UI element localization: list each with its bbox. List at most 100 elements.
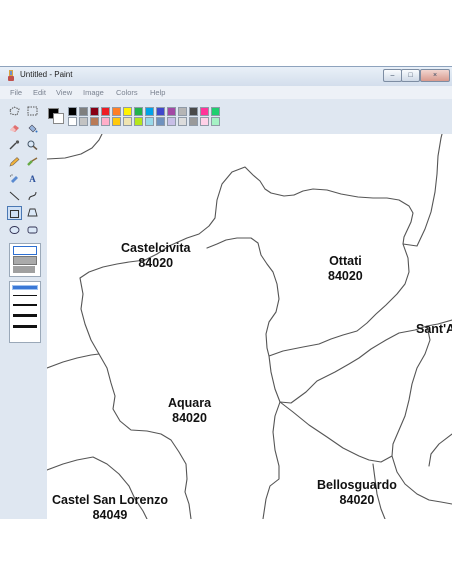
menu-image[interactable]: Image [83, 88, 104, 97]
eraser-tool[interactable] [7, 121, 22, 135]
area-label-castel-san-lorenzo: Castel San Lorenzo 84049 [52, 493, 168, 519]
area-label-aquara: Aquara 84020 [168, 396, 211, 426]
color-swatch[interactable] [156, 107, 165, 116]
drawing-canvas[interactable]: Castelcivita 84020 Ottati 84020 Sant'A A… [47, 134, 452, 519]
maximize-button[interactable]: □ [401, 69, 420, 82]
color-swatch[interactable] [178, 117, 187, 126]
paint-bucket-icon [28, 124, 38, 133]
area-label-bellosguardo: Bellosguardo 84020 [317, 478, 397, 508]
color-swatch[interactable] [134, 107, 143, 116]
color-swatch[interactable] [145, 107, 154, 116]
line-width-1-option[interactable] [12, 285, 38, 290]
line-width-3-option[interactable] [13, 304, 37, 306]
text-tool[interactable]: A [25, 172, 40, 186]
color-swatch[interactable] [211, 117, 220, 126]
menu-edit[interactable]: Edit [33, 88, 46, 97]
line-width-2-option[interactable] [13, 295, 37, 296]
line-tool[interactable] [7, 189, 22, 203]
color-swatch[interactable] [200, 107, 209, 116]
paint-app-icon [8, 70, 14, 81]
menu-bar: File Edit View Image Colors Help [0, 86, 452, 99]
rectangle-icon [10, 210, 19, 218]
color-swatch[interactable] [189, 107, 198, 116]
polygon-icon [27, 208, 38, 217]
magnifier-tool[interactable] [25, 138, 40, 152]
line-width-4-option[interactable] [13, 314, 37, 317]
airbrush-icon [9, 174, 18, 183]
color-swatch[interactable] [145, 117, 154, 126]
area-name: Ottati [329, 254, 362, 268]
color-swatch[interactable] [90, 107, 99, 116]
border-north-top [47, 134, 103, 160]
color-swatch[interactable] [68, 117, 77, 126]
paint-window: Untitled - Paint – □ × File Edit View Im… [0, 66, 452, 519]
color-swatch[interactable] [79, 107, 88, 116]
rect-select-tool[interactable] [25, 104, 40, 118]
color-swatch[interactable] [79, 117, 88, 126]
magnifier-icon [27, 140, 38, 150]
free-select-tool[interactable] [7, 104, 22, 118]
color-swatch[interactable] [123, 117, 132, 126]
rounded-rectangle-tool[interactable] [25, 223, 40, 237]
menu-file[interactable]: File [10, 88, 22, 97]
fill-tool[interactable] [25, 121, 40, 135]
curve-icon [28, 191, 37, 201]
close-button[interactable]: × [420, 69, 450, 82]
free-select-icon [9, 106, 20, 116]
minimize-button[interactable]: – [383, 69, 402, 82]
line-width-5-option[interactable] [13, 325, 37, 328]
fill-only-option[interactable] [13, 266, 35, 273]
color-swatch[interactable] [112, 117, 121, 126]
outline-fill-option[interactable] [13, 256, 37, 265]
airbrush-tool[interactable] [7, 172, 22, 186]
area-name: Castel San Lorenzo [52, 493, 168, 507]
menu-view[interactable]: View [56, 88, 72, 97]
color-swatch[interactable] [167, 107, 176, 116]
area-name: Aquara [168, 396, 212, 410]
outline-only-option[interactable] [13, 246, 37, 255]
color-swatch[interactable] [200, 117, 209, 126]
color-swatch[interactable] [178, 107, 187, 116]
area-postal-code: 84020 [328, 269, 363, 283]
fill-style-options [9, 243, 41, 277]
pencil-icon [9, 157, 20, 167]
color-picker-tool[interactable] [7, 138, 22, 152]
brush-tool[interactable] [25, 155, 40, 169]
border-aquara-south [262, 355, 281, 519]
rectangle-tool[interactable] [7, 206, 22, 220]
color-swatch[interactable] [101, 117, 110, 126]
area-label-castelcivita: Castelcivita 84020 [121, 241, 190, 271]
current-background-color[interactable] [53, 113, 64, 124]
rect-select-icon [27, 106, 38, 116]
title-bar[interactable]: Untitled - Paint – □ × [0, 67, 452, 86]
line-icon [9, 191, 20, 201]
color-swatch[interactable] [167, 117, 176, 126]
color-swatch[interactable] [156, 117, 165, 126]
window-title: Untitled - Paint [20, 70, 73, 79]
curve-tool[interactable] [25, 189, 40, 203]
color-swatch[interactable] [123, 107, 132, 116]
color-palette [44, 103, 244, 127]
color-swatch[interactable] [189, 117, 198, 126]
ellipse-tool[interactable] [7, 223, 22, 237]
rounded-rectangle-icon [27, 226, 38, 234]
area-label-ottati: Ottati 84020 [328, 254, 363, 284]
menu-help[interactable]: Help [150, 88, 165, 97]
border-far-east [428, 433, 452, 467]
border-aquara-east [206, 237, 280, 357]
pencil-tool[interactable] [7, 155, 22, 169]
area-postal-code: 84020 [172, 411, 207, 425]
color-swatch[interactable] [112, 107, 121, 116]
color-swatch[interactable] [211, 107, 220, 116]
brush-icon [27, 157, 38, 166]
area-name: Castelcivita [121, 241, 191, 255]
color-swatch[interactable] [134, 117, 143, 126]
color-swatch[interactable] [68, 107, 77, 116]
color-swatch[interactable] [101, 107, 110, 116]
border-ottati-north [402, 134, 443, 247]
line-width-options [9, 281, 41, 343]
polygon-tool[interactable] [25, 206, 40, 220]
color-swatch[interactable] [90, 117, 99, 126]
area-postal-code: 84020 [339, 493, 375, 507]
menu-colors[interactable]: Colors [116, 88, 138, 97]
